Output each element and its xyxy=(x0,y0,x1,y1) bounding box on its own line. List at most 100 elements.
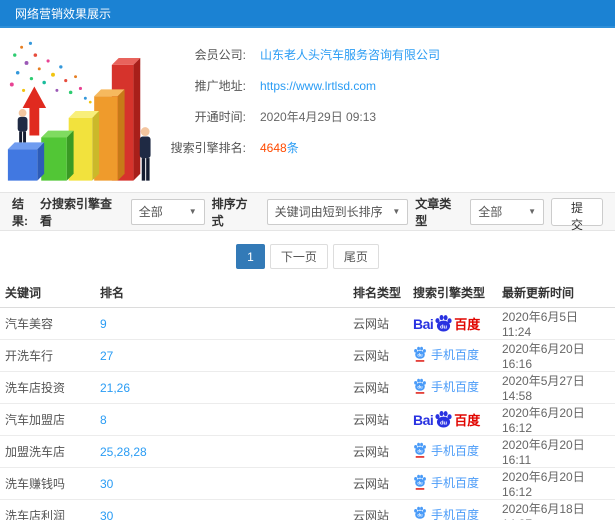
svg-text:du: du xyxy=(440,420,448,426)
table-row: 开洗车行 27 云网站 du 手机百度 2020年6月20日 16:16 xyxy=(0,339,615,372)
company-link[interactable]: 山东老人头汽车服务咨询有限公司 xyxy=(260,46,440,63)
rank-type-cell: 云网站 xyxy=(348,435,408,468)
mobile-baidu-paw-icon: du xyxy=(414,506,426,520)
chevron-down-icon: ▼ xyxy=(188,207,197,216)
mobile-baidu-paw-icon: du xyxy=(414,474,426,490)
info-row-open-time: 开通时间: 2020年4月29日 09:13 xyxy=(154,101,615,132)
rank-link[interactable]: 27 xyxy=(100,349,113,363)
result-label: 结果: xyxy=(12,196,28,228)
baidu-paw-icon: du xyxy=(435,410,452,428)
rank-cell: 9 xyxy=(95,307,348,340)
engine-cell: du 手机百度 xyxy=(408,371,497,404)
engine-cell: Bai du 百度 xyxy=(408,403,497,436)
table-row: 洗车店投资 21,26 云网站 du 手机百度 2020年5月27日 14:58 xyxy=(0,371,615,404)
rank-cell: 8 xyxy=(95,403,348,436)
confetti-dots xyxy=(9,41,92,104)
keyword-cell: 汽车加盟店 xyxy=(0,403,95,436)
page-header: 网络营销效果展示 xyxy=(0,0,615,28)
table-row: 洗车赚钱吗 30 云网站 du 手机百度 2020年6月20日 16:12 xyxy=(0,467,615,500)
site-label: 推广地址: xyxy=(194,79,246,93)
sort-select[interactable]: 关键词由短到长排序 ▼ xyxy=(266,198,409,225)
updated-cell: 2020年6月5日 11:24 xyxy=(497,307,615,340)
mobile-baidu-logo: du 手机百度 xyxy=(413,346,479,363)
engine-cell: Bai du 百度 xyxy=(408,307,497,340)
engine-cell: du 手机百度 xyxy=(408,339,497,372)
rank-type-cell: 云网站 xyxy=(348,403,408,436)
keyword-cell: 洗车店投资 xyxy=(0,371,95,404)
updated-cell: 2020年6月18日 14:27 xyxy=(497,499,615,520)
submit-button[interactable]: 提交 xyxy=(551,197,604,232)
article-type-select[interactable]: 全部 ▼ xyxy=(470,198,545,225)
mobile-baidu-paw-icon: du xyxy=(414,378,426,394)
bar-chart-illustration xyxy=(7,41,151,181)
rank-type-cell: 云网站 xyxy=(348,499,408,520)
svg-text:du: du xyxy=(417,449,423,454)
rank-link[interactable]: 9 xyxy=(100,317,107,331)
rank-link[interactable]: 25,28,28 xyxy=(100,445,147,459)
rank-count-unit: 条 xyxy=(286,141,299,155)
table-header-row: 关键词 排名 排名类型 搜索引擎类型 最新更新时间 xyxy=(0,278,615,308)
updated-cell: 2020年6月20日 16:16 xyxy=(497,339,615,372)
updated-cell: 2020年6月20日 16:12 xyxy=(497,403,615,436)
baidu-logo: Bai du 百度 xyxy=(413,410,481,428)
keyword-header: 关键词 xyxy=(0,278,95,308)
mobile-baidu-logo: du 手机百度 xyxy=(413,474,479,491)
mobile-baidu-logo: du 手机百度 xyxy=(413,506,479,520)
chevron-down-icon: ▼ xyxy=(528,207,537,216)
table-row: 洗车店利润 30 云网站 du手机百度 2020年6月18日 14:27 xyxy=(0,499,615,520)
rank-count-value: 4648条 xyxy=(260,139,299,156)
pagination: 1 下一页 尾页 xyxy=(0,244,615,269)
info-section: 会员公司: 山东老人头汽车服务咨询有限公司 推广地址: https://www.… xyxy=(0,28,615,192)
mobile-baidu-logo: du 手机百度 xyxy=(413,442,479,459)
updated-header: 最新更新时间 xyxy=(497,278,615,308)
results-table-body: 汽车美容 9 云网站 Bai du 百度 2020年6月5日 11:24 开洗车行 27 云网站 d… xyxy=(0,307,615,520)
engine-filter-select[interactable]: 全部 ▼ xyxy=(130,198,205,225)
rank-type-header: 排名类型 xyxy=(348,278,408,308)
keyword-cell: 加盟洗车店 xyxy=(0,435,95,468)
rank-link[interactable]: 30 xyxy=(100,509,113,520)
mobile-baidu-paw-icon: du xyxy=(414,346,426,362)
last-page-button[interactable]: 尾页 xyxy=(332,244,379,269)
engine-cell: du 手机百度 xyxy=(408,435,497,468)
engine-filter-label: 分搜索引擎查看 xyxy=(39,196,112,228)
bar-green xyxy=(41,130,74,181)
info-row-company: 会员公司: 山东老人头汽车服务咨询有限公司 xyxy=(154,39,615,70)
updated-cell: 2020年5月27日 14:58 xyxy=(497,371,615,404)
svg-text:du: du xyxy=(417,353,423,358)
rank-link[interactable]: 8 xyxy=(100,413,107,427)
chevron-down-icon: ▼ xyxy=(392,207,401,216)
mobile-baidu-paw-icon: du xyxy=(414,442,426,458)
baidu-paw-icon: du xyxy=(435,314,452,332)
rank-link[interactable]: 21,26 xyxy=(100,381,130,395)
company-label: 会员公司: xyxy=(194,48,246,62)
rank-cell: 27 xyxy=(95,339,348,372)
sort-label: 排序方式 xyxy=(211,196,248,228)
updated-cell: 2020年6月20日 16:12 xyxy=(497,467,615,500)
rank-count-label: 搜索引擎排名: xyxy=(170,141,246,155)
engine-cell: du 手机百度 xyxy=(408,499,497,520)
rank-type-cell: 云网站 xyxy=(348,307,408,340)
filter-controls: 分搜索引擎查看 全部 ▼ 排序方式 关键词由短到长排序 ▼ 文章类型 全部 ▼ … xyxy=(39,195,604,232)
keyword-cell: 开洗车行 xyxy=(0,339,95,372)
table-row: 汽车加盟店 8 云网站 Bai du 百度 2020年6月20日 16:12 xyxy=(0,403,615,436)
keyword-cell: 洗车赚钱吗 xyxy=(0,467,95,500)
engine-filter-value: 全部 xyxy=(138,205,163,219)
next-page-button[interactable]: 下一页 xyxy=(269,244,328,269)
table-row: 汽车美容 9 云网站 Bai du 百度 2020年6月5日 11:24 xyxy=(0,307,615,340)
article-type-label: 文章类型 xyxy=(415,196,452,228)
rank-type-cell: 云网站 xyxy=(348,339,408,372)
site-link[interactable]: https://www.lrtlsd.com xyxy=(260,79,376,93)
updated-cell: 2020年6月20日 16:11 xyxy=(497,435,615,468)
rank-link[interactable]: 30 xyxy=(100,477,113,491)
svg-text:du: du xyxy=(417,385,423,390)
info-row-site: 推广地址: https://www.lrtlsd.com xyxy=(154,70,615,101)
svg-text:du: du xyxy=(440,324,448,330)
page-button-current[interactable]: 1 xyxy=(236,244,265,269)
table-row: 加盟洗车店 25,28,28 云网站 du 手机百度 2020年6月20日 16:11 xyxy=(0,435,615,468)
page-title: 网络营销效果展示 xyxy=(15,6,112,21)
baidu-logo: Bai du 百度 xyxy=(413,314,481,332)
businessman-left xyxy=(17,109,28,143)
rank-cell: 25,28,28 xyxy=(95,435,348,468)
info-row-rank-count: 搜索引擎排名: 4648条 xyxy=(154,132,615,163)
rank-cell: 21,26 xyxy=(95,371,348,404)
